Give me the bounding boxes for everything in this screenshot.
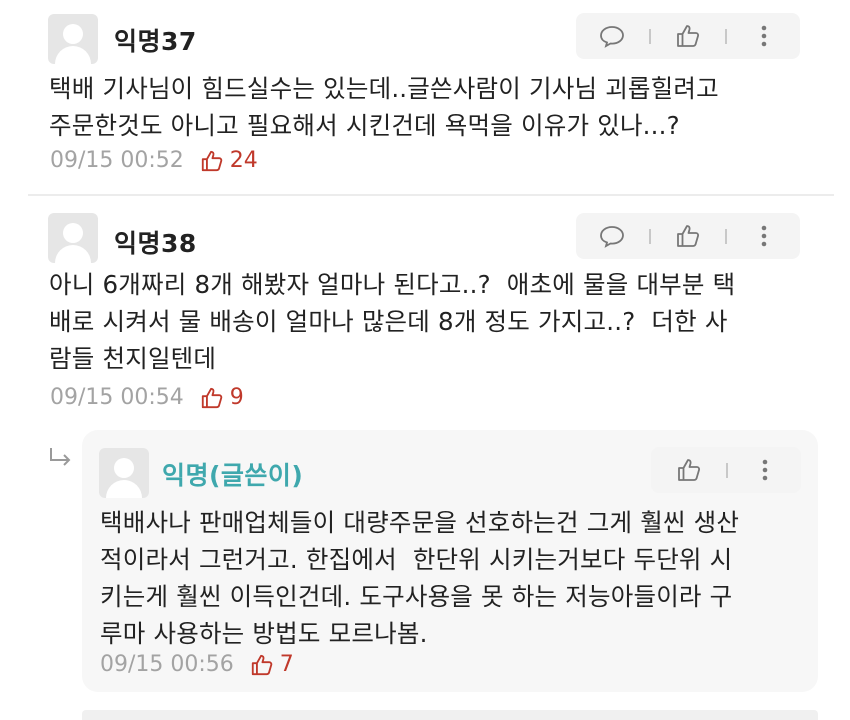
comment-text: 아니 6개짜리 8개 해봤자 얼마나 된다고..? 애초에 물을 대부분 택 배…	[49, 270, 736, 373]
avatar	[48, 213, 98, 263]
thumbs-up-icon	[678, 459, 701, 481]
vertical-dots-icon	[762, 459, 768, 481]
thumbs-up-icon	[677, 25, 700, 47]
comment-author: 익명38	[114, 229, 197, 258]
reply-timestamp: 09/15 00:56	[100, 652, 234, 677]
comment-actions	[576, 13, 800, 59]
reply-meta: 09/15 00:56 7	[100, 652, 294, 677]
thumbs-up-icon	[200, 386, 224, 410]
like-count: 9	[229, 385, 244, 410]
vertical-dots-icon	[761, 225, 767, 247]
more-options-button[interactable]	[737, 447, 793, 493]
thumbs-up-icon	[677, 225, 700, 247]
avatar	[99, 448, 149, 498]
reply-author: 익명(글쓴이)	[162, 461, 304, 490]
like-count: 7	[279, 652, 294, 677]
comment-timestamp: 09/15 00:54	[50, 385, 184, 410]
reply-text: 택배사나 판매업체들이 대량주문을 선호하는건 그게 훨씬 생산 적이라서 그런…	[100, 508, 740, 648]
like-button[interactable]	[661, 447, 717, 493]
comment-item: 익명37 택배 기사님이 힘드실수는 있는데..글쓴사람이 기사님 괴롭힐려고 …	[0, 0, 850, 195]
reply-item: 익명(글쓴이) 택배사나 판매업체들이 대량주문을 선호하는건 그게 훨씬 생산…	[82, 430, 818, 692]
comment-meta: 09/15 00:54 9	[50, 385, 244, 410]
thumbs-up-icon	[250, 653, 274, 677]
reply-button[interactable]	[584, 213, 640, 259]
speech-bubble-icon	[600, 26, 624, 48]
reply-actions	[651, 447, 801, 493]
comment-text: 택배 기사님이 힘드실수는 있는데..글쓴사람이 기사님 괴롭힐려고 주문한것도…	[49, 74, 719, 140]
reply-button[interactable]	[584, 13, 640, 59]
vertical-dots-icon	[761, 25, 767, 47]
comment-author: 익명37	[114, 27, 197, 56]
speech-bubble-icon	[600, 226, 624, 248]
comment-meta: 09/15 00:52 24	[50, 148, 258, 173]
comment-actions	[576, 213, 800, 259]
next-reply-edge	[82, 710, 818, 720]
like-button[interactable]	[660, 213, 716, 259]
more-options-button[interactable]	[736, 213, 792, 259]
comment-timestamp: 09/15 00:52	[50, 148, 184, 173]
more-options-button[interactable]	[736, 13, 792, 59]
like-button[interactable]	[660, 13, 716, 59]
comment-item: 익명38 아니 6개짜리 8개 해봤자 얼마나 된다고..? 애초에 물을 대부…	[0, 196, 850, 426]
thumbs-up-icon	[200, 149, 224, 173]
reply-arrow-icon	[47, 446, 75, 474]
avatar	[48, 14, 98, 64]
like-count: 24	[229, 148, 258, 173]
